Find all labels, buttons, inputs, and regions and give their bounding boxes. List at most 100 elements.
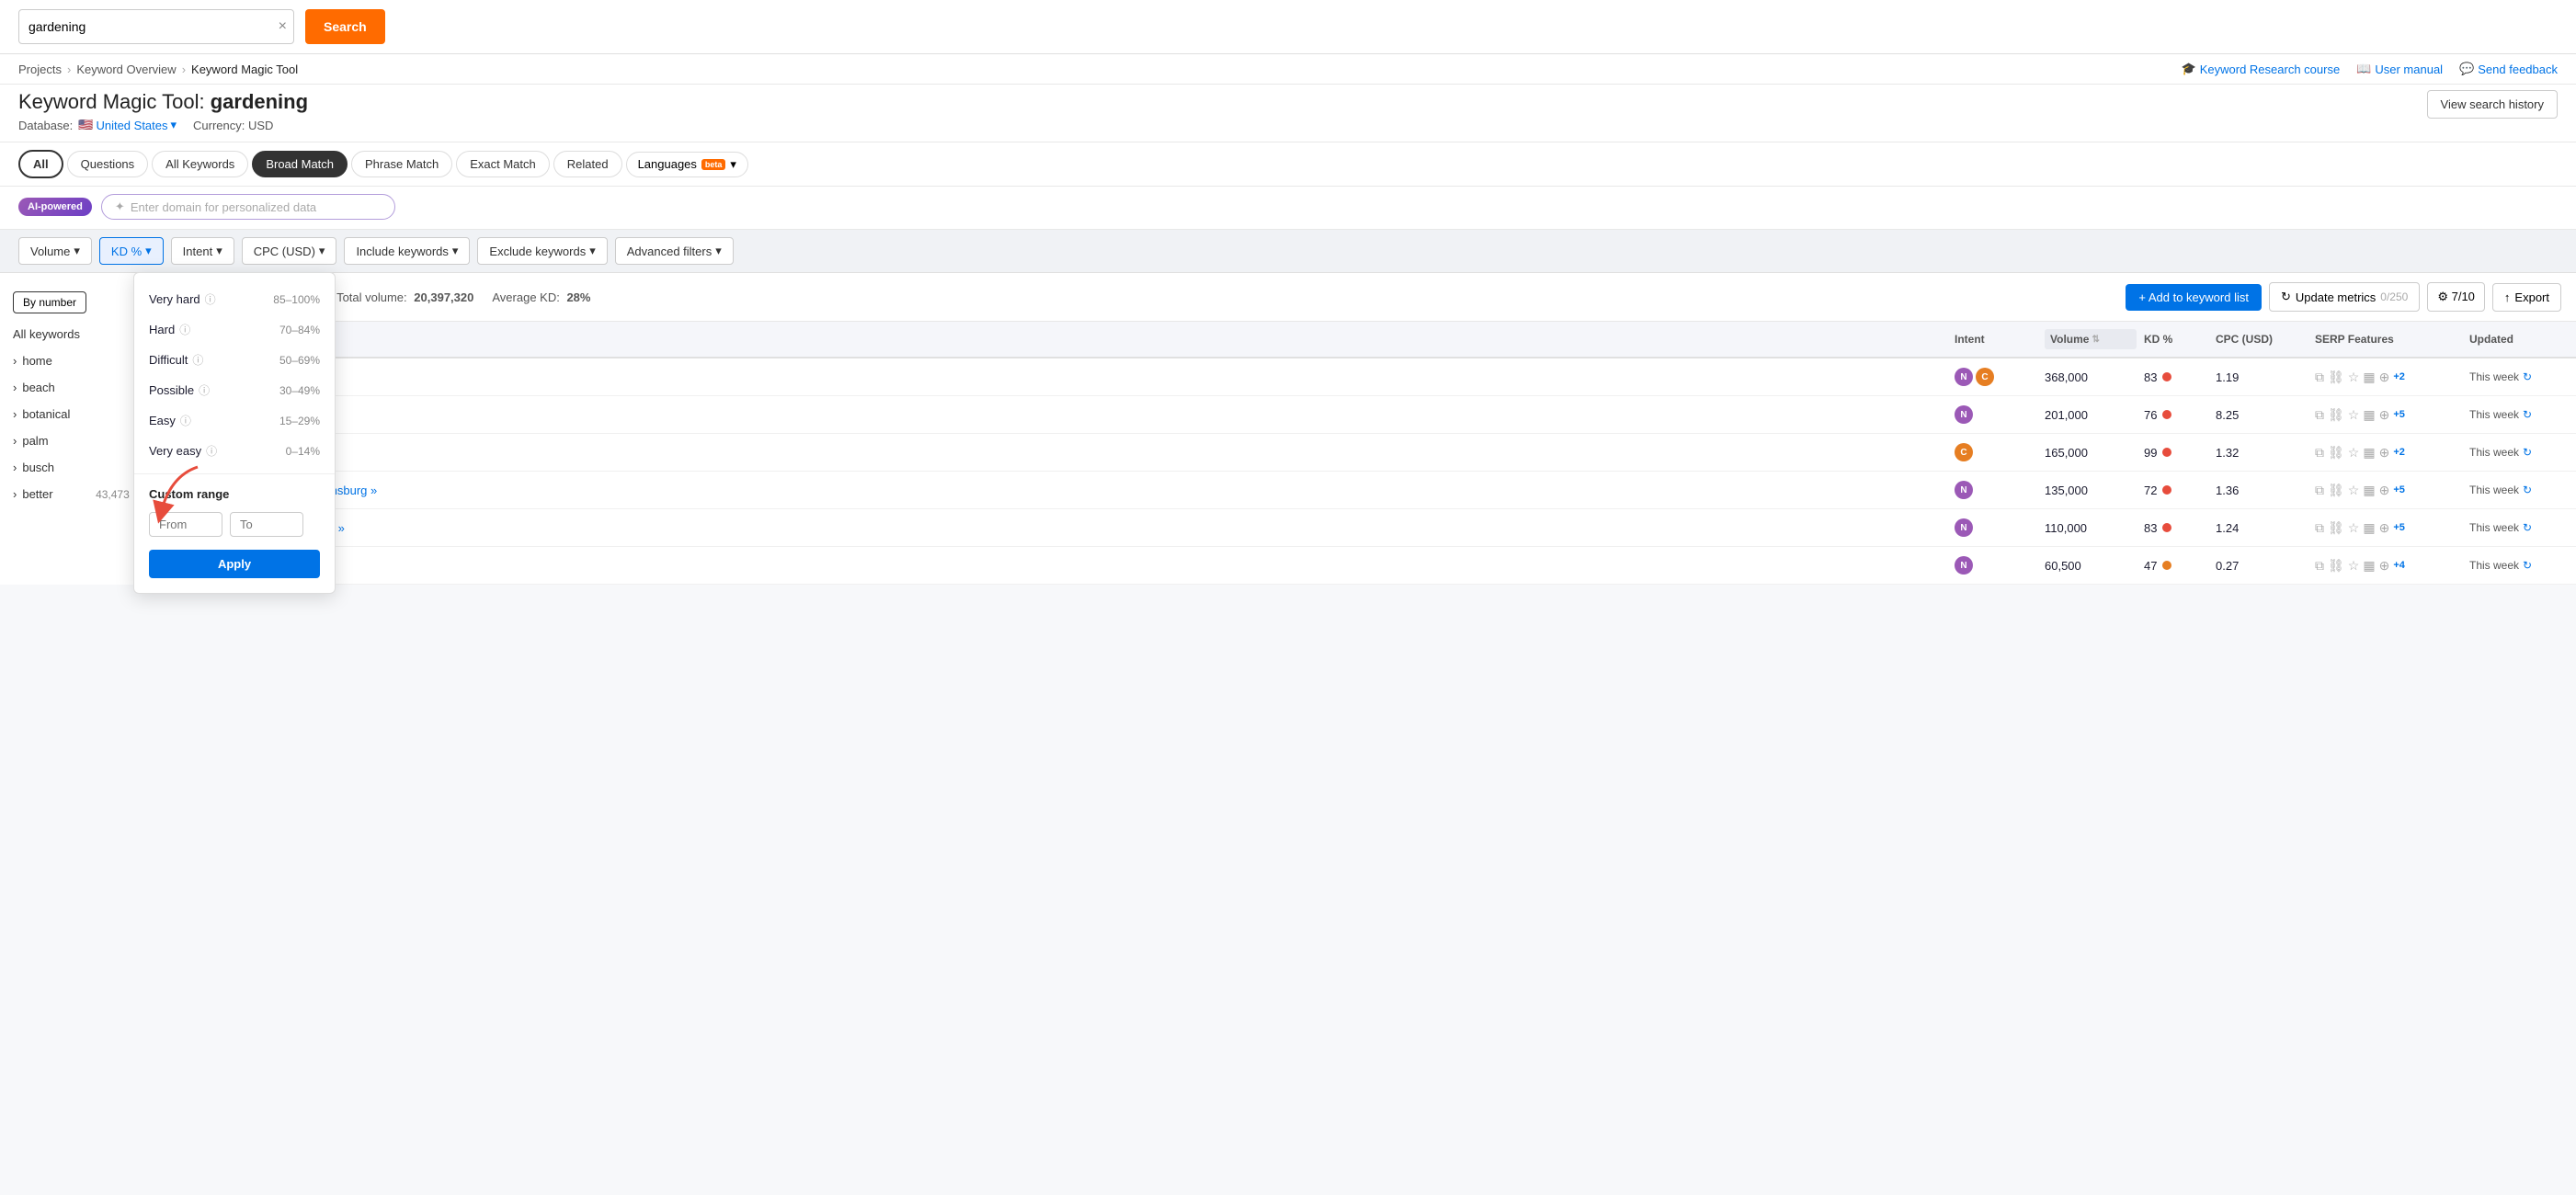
serp-icon-5c[interactable]: ☆: [2348, 520, 2360, 536]
serp-icon-5a[interactable]: ⧉: [2315, 520, 2324, 536]
keyword-link-3[interactable]: botanical gardens »: [220, 446, 1947, 460]
kd-value-6: 47: [2144, 559, 2157, 573]
kd-to-input[interactable]: [230, 512, 303, 537]
keyword-link-2[interactable]: longwood gardens »: [220, 408, 1947, 422]
tab-all[interactable]: All: [18, 150, 63, 178]
tab-broad-match[interactable]: Broad Match: [252, 151, 348, 177]
serp-icon-3d[interactable]: ▦: [2363, 445, 2375, 461]
keyword-link-4[interactable]: busch gardens williamsburg »: [220, 484, 1947, 497]
serp-icon-3c[interactable]: ☆: [2348, 445, 2360, 461]
serp-plus-1[interactable]: +2: [2393, 371, 2405, 382]
kd-option-hard[interactable]: Hard ⓘ 70–84%: [134, 314, 335, 345]
kd-option-very-easy[interactable]: Very easy ⓘ 0–14%: [134, 436, 335, 466]
keyword-link-6[interactable]: callaway gardens »: [220, 559, 1947, 573]
keyword-link-5[interactable]: busch gardens tampa »: [220, 521, 1947, 535]
table-body: ⊕ busch gardens » N C 368,000 83 1.19 ⧉ …: [161, 358, 2576, 585]
kd-value-5: 83: [2144, 521, 2157, 535]
kd-value-1: 83: [2144, 370, 2157, 384]
serp-icon-2b[interactable]: ⛓: [2328, 407, 2344, 423]
serp-icon-2e[interactable]: ⊕: [2379, 407, 2390, 423]
breadcrumb-projects[interactable]: Projects: [18, 63, 62, 76]
serp-icon-5b[interactable]: ⛓: [2328, 520, 2344, 536]
tab-all-keywords[interactable]: All Keywords: [152, 151, 248, 177]
table-row: ⊕ busch gardens » N C 368,000 83 1.19 ⧉ …: [161, 358, 2576, 396]
tab-exact-match[interactable]: Exact Match: [456, 151, 550, 177]
kd-option-possible[interactable]: Possible ⓘ 30–49%: [134, 375, 335, 405]
kd-option-very-hard[interactable]: Very hard ⓘ 85–100%: [134, 284, 335, 314]
serp-icon-6c[interactable]: ☆: [2348, 558, 2360, 574]
serp-icon-3a[interactable]: ⧉: [2315, 445, 2324, 461]
intent-badge-n-1: N: [1955, 368, 1973, 386]
serp-icon-1d[interactable]: ▦: [2363, 370, 2375, 385]
intent-filter[interactable]: Intent ▾: [171, 237, 234, 265]
serp-icon-2a[interactable]: ⧉: [2315, 407, 2324, 423]
serp-icon-6d[interactable]: ▦: [2363, 558, 2375, 574]
advanced-filters[interactable]: Advanced filters ▾: [615, 237, 734, 265]
custom-range-title: Custom range: [134, 482, 335, 506]
tab-related[interactable]: Related: [553, 151, 622, 177]
serp-icon-3e[interactable]: ⊕: [2379, 445, 2390, 461]
serp-icon-5d[interactable]: ▦: [2363, 520, 2375, 536]
serp-plus-4[interactable]: +5: [2393, 484, 2405, 495]
serp-icon-6e[interactable]: ⊕: [2379, 558, 2390, 574]
course-link[interactable]: 🎓 Keyword Research course: [2182, 62, 2341, 76]
tab-questions[interactable]: Questions: [67, 151, 149, 177]
serp-icon-4d[interactable]: ▦: [2363, 483, 2375, 498]
feedback-link[interactable]: 💬 Send feedback: [2459, 62, 2558, 76]
export-button[interactable]: ↑ Export: [2492, 283, 2561, 312]
view-history-button[interactable]: View search history: [2427, 90, 2558, 119]
serp-icon-5e[interactable]: ⊕: [2379, 520, 2390, 536]
breadcrumb: Projects › Keyword Overview › Keyword Ma…: [18, 63, 298, 76]
serp-plus-6[interactable]: +4: [2393, 560, 2405, 571]
serp-icon-6a[interactable]: ⧉: [2315, 558, 2324, 574]
serp-icon-1a[interactable]: ⧉: [2315, 370, 2324, 385]
serp-icon-1b[interactable]: ⛓: [2328, 370, 2344, 385]
kd-from-input[interactable]: [149, 512, 222, 537]
serp-plus-2[interactable]: +5: [2393, 409, 2405, 420]
database-selector[interactable]: 🇺🇸 United States ▾: [78, 118, 177, 132]
cpc-filter[interactable]: CPC (USD) ▾: [242, 237, 337, 265]
breadcrumb-overview[interactable]: Keyword Overview: [76, 63, 176, 76]
ai-domain-input-placeholder[interactable]: Enter domain for personalized data: [131, 200, 316, 214]
content-area: Total keywords: 1,134,761 Total volume: …: [161, 273, 2576, 585]
search-button[interactable]: Search: [305, 9, 385, 44]
page-header: Keyword Magic Tool: gardening Database: …: [0, 85, 2576, 142]
updated-2: This week ↻: [2469, 408, 2561, 421]
manual-link[interactable]: 📖 User manual: [2356, 62, 2443, 76]
serp-plus-3[interactable]: +2: [2393, 447, 2405, 458]
keyword-link-1[interactable]: busch gardens »: [220, 370, 1947, 384]
serp-icon-1c[interactable]: ☆: [2348, 370, 2360, 385]
serp-icon-4c[interactable]: ☆: [2348, 483, 2360, 498]
updated-4: This week ↻: [2469, 484, 2561, 496]
update-metrics-button[interactable]: ↻ Update metrics 0/250: [2269, 282, 2420, 312]
col-volume[interactable]: Volume ⇅: [2045, 329, 2137, 349]
serp-icon-2d[interactable]: ▦: [2363, 407, 2375, 423]
add-to-keyword-list-button[interactable]: + Add to keyword list: [2126, 284, 2262, 311]
by-number-button[interactable]: By number: [13, 291, 86, 313]
search-input[interactable]: [18, 9, 294, 44]
kd-dot-5: [2162, 523, 2171, 532]
serp-plus-5[interactable]: +5: [2393, 522, 2405, 533]
avg-kd-label: Average KD: 28%: [492, 290, 590, 304]
search-clear-icon[interactable]: ×: [279, 18, 287, 35]
kd-option-difficult[interactable]: Difficult ⓘ 50–69%: [134, 345, 335, 375]
serp-icon-4b[interactable]: ⛓: [2328, 483, 2344, 498]
total-volume-label: Total volume: 20,397,320: [336, 290, 473, 304]
serp-icon-3b[interactable]: ⛓: [2328, 445, 2344, 461]
serp-icon-4e[interactable]: ⊕: [2379, 483, 2390, 498]
serp-icon-4a[interactable]: ⧉: [2315, 483, 2324, 498]
volume-filter[interactable]: Volume ▾: [18, 237, 92, 265]
col-kd: KD %: [2144, 333, 2208, 346]
tab-phrase-match[interactable]: Phrase Match: [351, 151, 452, 177]
kd-option-easy[interactable]: Easy ⓘ 15–29%: [134, 405, 335, 436]
languages-button[interactable]: Languages beta ▾: [626, 152, 748, 177]
include-keywords-filter[interactable]: Include keywords ▾: [344, 237, 470, 265]
serp-icon-1e[interactable]: ⊕: [2379, 370, 2390, 385]
serp-icon-6b[interactable]: ⛓: [2328, 558, 2344, 574]
kd-filter[interactable]: KD % ▾: [99, 237, 164, 265]
kd-apply-button[interactable]: Apply: [149, 550, 320, 578]
serp-icon-2c[interactable]: ☆: [2348, 407, 2360, 423]
intent-badge-n-2: N: [1955, 405, 1973, 424]
settings-button[interactable]: ⚙ 7/10: [2427, 282, 2485, 312]
exclude-keywords-filter[interactable]: Exclude keywords ▾: [477, 237, 607, 265]
